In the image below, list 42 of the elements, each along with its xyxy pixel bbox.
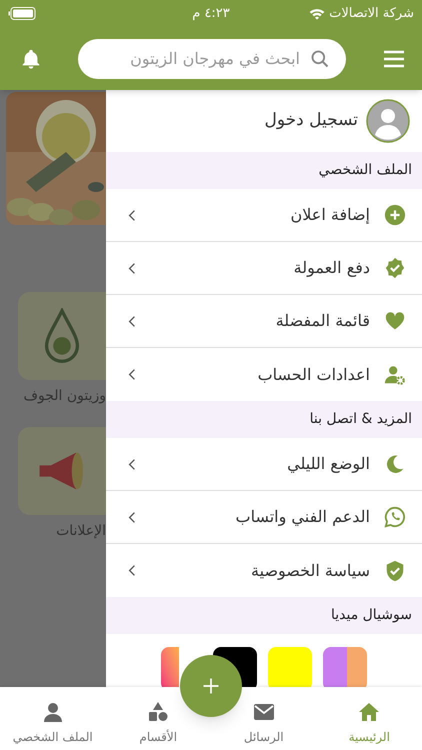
- section-header: الملف الشخصي: [106, 152, 422, 189]
- avatar-icon: [366, 99, 410, 143]
- search-field[interactable]: ابحث في مهرجان الزيتون: [78, 38, 346, 78]
- carrier-name: شركة الاتصالات: [329, 4, 414, 23]
- category-label: الإعلانات: [56, 522, 106, 541]
- nav-tab[interactable]: الرسائل: [244, 700, 284, 746]
- menu-item[interactable]: قائمة المفضلة: [106, 295, 422, 348]
- menu-item[interactable]: الوضع الليلي: [106, 438, 422, 491]
- section-header: سوشيال ميديا: [106, 597, 422, 634]
- category-card[interactable]: [18, 292, 106, 380]
- badge-check-icon: [384, 257, 406, 279]
- chevron-icon: [128, 564, 136, 577]
- heart-icon: [384, 310, 406, 332]
- moon-icon: [384, 453, 406, 475]
- chevron-icon: [128, 458, 136, 470]
- nav-tab[interactable]: الملف الشخصي: [12, 700, 93, 746]
- chevron-icon: [128, 208, 136, 222]
- shield-check-icon: [384, 560, 406, 582]
- search-icon: [310, 48, 330, 68]
- chat-phone-icon: [384, 506, 406, 528]
- plus-icon: [201, 676, 221, 696]
- battery-icon: [8, 7, 36, 20]
- nav-tab[interactable]: الأقسام: [139, 700, 178, 746]
- chevron-icon: [128, 368, 136, 381]
- user-gear-icon: [384, 364, 406, 386]
- section-header: المزيد & اتصل بنا: [106, 401, 422, 438]
- menu-item[interactable]: اعدادات الحساب: [106, 348, 422, 401]
- category-label: وزيتون الجوف: [23, 387, 106, 406]
- plus-circle-icon: [384, 204, 406, 226]
- menu-item[interactable]: إضافة اعلان: [106, 189, 422, 242]
- menu-item[interactable]: الدعم الفني واتساب: [106, 491, 422, 544]
- chevron-icon: [128, 262, 136, 274]
- menu-item[interactable]: دفع العمولة: [106, 242, 422, 295]
- shapes-icon: [146, 700, 170, 724]
- wifi-icon: [309, 8, 326, 20]
- notification-bell-icon[interactable]: [20, 48, 42, 70]
- chevron-icon: [128, 510, 136, 524]
- chevron-icon: [128, 314, 136, 328]
- category-card[interactable]: [18, 427, 106, 515]
- clock-time: ٤:٢٣ م: [192, 4, 230, 23]
- login-link[interactable]: تسجيل دخول: [264, 108, 358, 134]
- menu-item[interactable]: سياسة الخصوصية: [106, 544, 422, 597]
